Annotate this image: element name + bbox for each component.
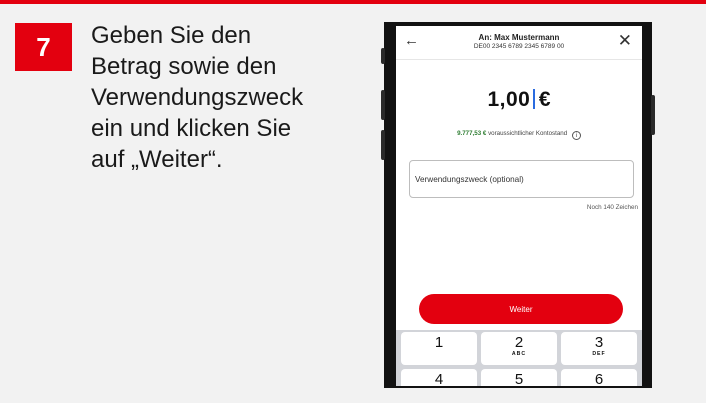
top-accent-rule bbox=[0, 0, 706, 4]
phone-side-button bbox=[381, 90, 385, 120]
recipient-iban: DE00 2345 6789 2345 6789 00 bbox=[473, 43, 565, 50]
char-counter: Noch 140 Zeichen bbox=[586, 204, 638, 211]
instruction-line: ein und klicken Sie bbox=[91, 115, 292, 142]
key-digit: 5 bbox=[514, 371, 524, 387]
keypad-key-6[interactable]: 6 bbox=[561, 369, 637, 386]
key-digit: 3 bbox=[594, 334, 604, 351]
instruction-card: 7 Geben Sie den Betrag sowie den Verwend… bbox=[0, 0, 706, 403]
purpose-field[interactable]: Verwendungszweck (optional) bbox=[409, 160, 634, 198]
step-number-badge: 7 bbox=[15, 23, 72, 71]
keypad-key-3[interactable]: 3 DEF bbox=[561, 332, 637, 365]
currency-symbol: € bbox=[538, 88, 551, 111]
instruction-text: Geben Sie den Betrag sowie den Verwendun… bbox=[91, 20, 361, 175]
numeric-keypad: 1 2 ABC 3 DEF 4 5 6 bbox=[396, 330, 642, 386]
key-digit: 4 bbox=[434, 371, 444, 387]
amount-input[interactable]: 1,00 € bbox=[396, 88, 642, 112]
close-icon[interactable]: ✕ bbox=[618, 31, 632, 51]
instruction-line: Geben Sie den bbox=[91, 22, 252, 49]
keypad-key-2[interactable]: 2 ABC bbox=[481, 332, 557, 365]
amount-value: 1,00 bbox=[487, 88, 531, 111]
transfer-header: ← An: Max Mustermann DE00 2345 6789 2345… bbox=[396, 26, 642, 66]
phone-side-button bbox=[381, 48, 385, 64]
balance-amount: 9.777,53 € bbox=[457, 130, 487, 137]
key-digit: 6 bbox=[594, 371, 604, 387]
header-divider bbox=[396, 59, 642, 60]
text-cursor bbox=[533, 89, 535, 109]
projected-balance: 9.777,53 € voraussichtlicher Kontostand … bbox=[396, 130, 642, 140]
instruction-line: auf „Weiter“. bbox=[91, 146, 223, 173]
key-letters: ABC bbox=[511, 351, 527, 357]
keypad-key-5[interactable]: 5 bbox=[481, 369, 557, 386]
instruction-line: Verwendungszweck bbox=[91, 84, 304, 111]
phone-side-button bbox=[381, 130, 385, 160]
info-icon[interactable]: i bbox=[571, 131, 581, 140]
purpose-placeholder: Verwendungszweck (optional) bbox=[415, 175, 524, 184]
phone-screen: ← An: Max Mustermann DE00 2345 6789 2345… bbox=[396, 26, 642, 386]
recipient-name: An: Max Mustermann bbox=[478, 33, 560, 42]
key-digit: 2 bbox=[514, 334, 524, 351]
key-letters: DEF bbox=[592, 351, 606, 357]
keypad-key-1[interactable]: 1 bbox=[401, 332, 477, 365]
balance-label: voraussichtlicher Kontostand bbox=[488, 130, 568, 137]
continue-button[interactable]: Weiter bbox=[419, 294, 623, 324]
instruction-line: Betrag sowie den bbox=[91, 53, 277, 80]
phone-side-button bbox=[651, 95, 655, 135]
keypad-key-4[interactable]: 4 bbox=[401, 369, 477, 386]
key-digit: 1 bbox=[434, 334, 444, 351]
